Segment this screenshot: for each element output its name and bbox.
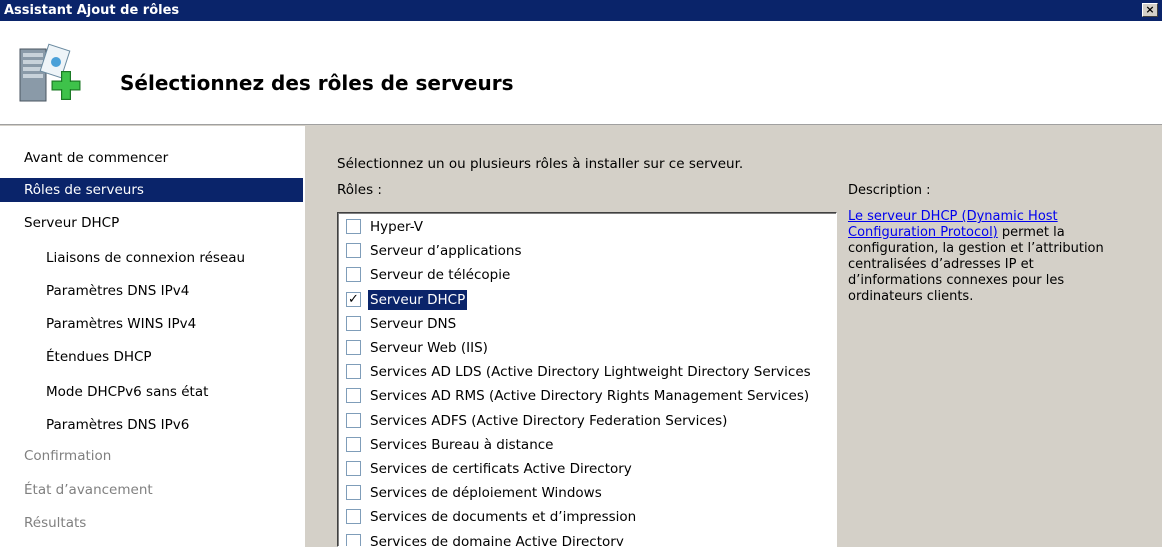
nav-item[interactable]: Résultats [0,511,303,535]
nav-item[interactable]: État d’avancement [0,478,303,502]
role-label: Serveur de télécopie [370,267,511,284]
role-checkbox[interactable] [346,364,361,380]
nav-item[interactable]: Mode DHCPv6 sans état [0,380,303,404]
role-item[interactable]: Hyper-V [342,215,836,239]
role-label: Serveur DNS [370,315,457,332]
page-title: Sélectionnez des rôles de serveurs [120,71,514,95]
role-label: Services ADFS (Active Directory Federati… [370,412,728,429]
role-item[interactable]: Services ADFS (Active Directory Federati… [342,409,836,433]
description-label: Description : [848,183,931,198]
nav-item[interactable]: Avant de commencer [0,146,303,170]
close-icon: × [1145,3,1155,16]
role-item[interactable]: Serveur d’applications [342,239,836,263]
role-checkbox[interactable] [346,243,361,259]
nav-item[interactable]: Paramètres WINS IPv4 [0,312,303,336]
role-checkbox[interactable] [346,461,361,476]
role-label: Services Bureau à distance [370,436,554,453]
role-item[interactable]: Services de certificats Active Directory [342,457,836,481]
role-item[interactable]: Services Bureau à distance [342,433,836,457]
role-label: Hyper-V [370,219,424,235]
roles-listbox[interactable]: Hyper-V Serveur d’applications Serveur de … [337,212,837,547]
nav-item[interactable]: Paramètres DNS IPv6 [0,413,303,437]
description-text: Le serveur DHCP (Dynamic Host Configurat… [848,209,1128,305]
nav-item[interactable]: Liaisons de connexion réseau [0,246,303,270]
wizard-nav: Avant de commencer Rôles de serveurs Serve… [0,126,305,547]
window-titlebar: Assistant Ajout de rôles × [0,0,1162,21]
nav-item[interactable]: Paramètres DNS IPv4 [0,279,303,303]
role-item[interactable]: Serveur de télécopie [342,263,836,287]
role-label: Serveur d’applications [370,243,522,260]
role-label: Services de déploiement Windows [370,485,602,502]
role-checkbox[interactable] [346,533,361,546]
role-label: Services AD RMS (Active Directory Rights… [370,388,810,405]
role-checkbox[interactable] [346,340,361,355]
role-item[interactable]: Services de déploiement Windows [342,481,836,505]
role-label: Services de documents et d’impression [370,509,637,526]
role-checkbox[interactable] [346,485,361,501]
role-label: Services de domaine Active Directory [370,533,624,547]
nav-item[interactable]: Confirmation [0,444,303,468]
instruction-text: Sélectionnez un ou plusieurs rôles à ins… [337,156,744,172]
wizard-header: Sélectionnez des rôles de serveurs [0,21,1162,125]
role-label: Services de certificats Active Directory [370,461,632,477]
role-checkbox[interactable] [346,436,361,452]
role-checkbox[interactable] [346,509,361,525]
roles-label: Rôles : [337,182,382,198]
window-title: Assistant Ajout de rôles [4,3,180,18]
server-add-icon [19,43,81,102]
role-checkbox[interactable] [346,412,361,428]
role-checkbox[interactable]: ✓ [346,291,361,307]
role-checkbox[interactable] [346,219,361,234]
role-item[interactable]: Serveur DNS [342,312,836,336]
role-item[interactable]: Services AD RMS (Active Directory Rights… [342,384,836,408]
role-checkbox[interactable] [346,388,361,404]
main-panel: Sélectionnez un ou plusieurs rôles à ins… [305,126,1162,547]
role-label: Serveur DHCP [368,289,468,310]
role-checkbox[interactable] [346,315,361,331]
role-item[interactable]: ✓ Serveur DHCP [342,288,836,312]
role-item[interactable]: Services AD LDS (Active Directory Lightw… [342,360,836,384]
role-checkbox[interactable] [346,267,361,283]
nav-item[interactable]: Rôles de serveurs [0,178,303,202]
role-item[interactable]: Services de documents et d’impression [342,505,836,529]
nav-item[interactable]: Serveur DHCP [0,211,303,235]
nav-item[interactable]: Étendues DHCP [0,345,303,369]
close-button[interactable]: × [1142,3,1158,17]
role-item[interactable]: Services de domaine Active Directory [342,530,836,547]
role-item[interactable]: Serveur Web (IIS) [342,336,836,360]
role-label: Serveur Web (IIS) [370,340,488,356]
role-label: Services AD LDS (Active Directory Lightw… [370,364,811,381]
